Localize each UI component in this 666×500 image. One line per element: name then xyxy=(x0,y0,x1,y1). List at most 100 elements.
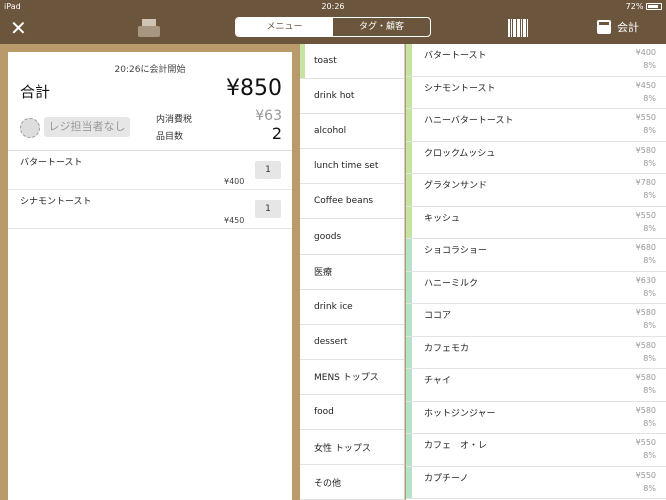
product-item[interactable]: カフェモカ ¥580 8% xyxy=(406,336,666,369)
item-count-label: 品目数 xyxy=(156,132,184,142)
product-item[interactable]: バタートースト ¥400 8% xyxy=(406,44,666,77)
product-tax-rate: 8% xyxy=(643,451,656,460)
category-item[interactable]: lunch time set xyxy=(300,149,404,185)
product-price: ¥550 xyxy=(635,438,656,447)
product-name: バタートースト xyxy=(424,51,487,61)
product-item[interactable]: カフェ オ・レ ¥550 8% xyxy=(406,434,666,467)
order-line[interactable]: シナモントースト ¥450 1 xyxy=(8,190,292,229)
checkout-label: 会計 xyxy=(617,21,639,34)
tax-label: 内消費税 xyxy=(156,115,193,125)
product-price: ¥550 xyxy=(635,210,656,220)
product-price: ¥400 xyxy=(635,48,656,57)
barcode-icon[interactable] xyxy=(508,19,528,37)
order-line[interactable]: バタートースト ¥400 1 xyxy=(8,151,292,190)
product-price: ¥680 xyxy=(635,243,656,252)
product-tax-rate: 8% xyxy=(643,321,656,330)
product-price: ¥580 xyxy=(635,308,656,317)
product-tax-rate: 8% xyxy=(643,191,656,200)
category-item[interactable]: alcohol xyxy=(300,114,404,150)
product-tax-rate: 8% xyxy=(643,256,656,265)
product-price: ¥630 xyxy=(635,275,656,285)
product-tax-rate: 8% xyxy=(643,223,656,233)
close-icon[interactable]: ✕ xyxy=(10,17,27,39)
category-item[interactable]: 女性 トップス xyxy=(300,430,404,466)
tab-menu[interactable]: メニュー xyxy=(236,18,333,36)
product-item[interactable]: ショコラショー ¥680 8% xyxy=(406,239,666,272)
product-tax-rate: 8% xyxy=(643,61,656,70)
product-name: ハニーミルク xyxy=(424,278,479,289)
category-item[interactable]: food xyxy=(300,395,404,431)
category-list: toast drink hot alcohol lunch time set C… xyxy=(300,44,405,500)
product-tax-rate: 8% xyxy=(643,353,656,363)
category-item[interactable]: Coffee beans xyxy=(300,184,404,220)
category-item[interactable]: drink ice xyxy=(300,290,404,325)
quantity-button[interactable]: 1 xyxy=(255,200,281,218)
category-item[interactable]: dessert xyxy=(300,325,404,360)
menu-tag-toggle: メニュー タグ・顧客 xyxy=(235,17,431,37)
product-name: ハニーバタートースト xyxy=(424,116,514,126)
product-item[interactable]: チャイ ¥580 8% xyxy=(406,369,666,402)
product-price: ¥780 xyxy=(635,178,656,187)
battery-icon xyxy=(646,3,662,10)
category-item[interactable]: MENS トップス xyxy=(300,360,404,395)
order-item-name: シナモントースト xyxy=(20,197,92,207)
product-name: キッシュ xyxy=(424,213,461,224)
product-name: カプチーノ xyxy=(424,473,469,484)
clock: 20:26 xyxy=(321,2,345,11)
product-tax-rate: 8% xyxy=(643,288,656,298)
product-price: ¥450 xyxy=(635,80,656,90)
product-name: チャイ xyxy=(424,376,451,386)
product-tax-rate: 8% xyxy=(643,93,656,103)
product-name: ココア xyxy=(424,311,452,321)
product-price: ¥580 xyxy=(635,373,656,382)
quantity-button[interactable]: 1 xyxy=(255,161,281,179)
staff-select-button[interactable]: レジ担当者なし xyxy=(44,117,130,137)
printer-icon[interactable] xyxy=(138,19,160,39)
total-label: 合計 xyxy=(20,83,51,101)
product-tax-rate: 8% xyxy=(643,418,656,428)
product-tax-rate: 8% xyxy=(643,483,656,493)
product-item[interactable]: ハニーミルク ¥630 8% xyxy=(406,271,666,304)
category-item[interactable]: その他 xyxy=(300,465,404,500)
receipt-panel: 20:26に会計開始 合計 ¥850 レジ担当者なし 内消費税 品目数 ¥63 … xyxy=(8,52,292,500)
product-item[interactable]: カプチーノ ¥550 8% xyxy=(406,466,666,499)
product-price: ¥550 xyxy=(635,470,656,480)
checkout-start-text: 20:26に会計開始 xyxy=(114,65,186,75)
product-item[interactable]: ココア ¥580 8% xyxy=(406,304,666,337)
product-name: ショコラショー xyxy=(424,246,487,256)
product-price: ¥580 xyxy=(635,405,656,415)
calculator-icon xyxy=(597,20,611,34)
product-tax-rate: 8% xyxy=(643,158,656,168)
status-bar: iPad 20:26 72% xyxy=(0,0,666,14)
order-item-price: ¥450 xyxy=(224,216,245,225)
checkout-button[interactable]: 会計 xyxy=(597,19,639,35)
product-item[interactable]: クロックムッシュ ¥580 8% xyxy=(406,141,666,174)
product-list: バタートースト ¥400 8% シナモントースト ¥450 8% ハニーバタートースト ¥… xyxy=(406,44,666,500)
category-item[interactable]: drink hot xyxy=(300,79,404,115)
product-name: シナモントースト xyxy=(424,83,496,94)
product-name: クロックムッシュ xyxy=(424,148,496,159)
product-price: ¥550 xyxy=(635,113,656,122)
product-item[interactable]: シナモントースト ¥450 8% xyxy=(406,76,666,109)
battery-indicator: 72% xyxy=(626,2,662,11)
product-item[interactable]: ホットジンジャー ¥580 8% xyxy=(406,401,666,434)
category-item[interactable]: goods xyxy=(300,219,404,255)
order-item-name: バタートースト xyxy=(20,158,83,168)
product-name: カフェ オ・レ xyxy=(424,441,488,451)
total-amount: ¥850 xyxy=(226,76,282,101)
product-price: ¥580 xyxy=(635,340,656,350)
tab-tags-customers[interactable]: タグ・顧客 xyxy=(333,18,430,36)
staff-avatar[interactable] xyxy=(20,118,40,138)
product-name: グラタンサンド xyxy=(424,181,488,191)
product-item[interactable]: キッシュ ¥550 8% xyxy=(406,206,666,239)
product-name: カフェモカ xyxy=(424,343,470,354)
product-item[interactable]: ハニーバタートースト ¥550 8% xyxy=(406,109,666,142)
category-item[interactable]: toast xyxy=(300,44,404,80)
battery-percent: 72% xyxy=(625,2,644,11)
category-item[interactable]: 医療 xyxy=(300,255,404,290)
toolbar: ✕ メニュー タグ・顧客 会計 xyxy=(0,14,666,44)
order-item-price: ¥400 xyxy=(224,177,245,186)
product-item[interactable]: グラタンサンド ¥780 8% xyxy=(406,174,666,207)
product-tax-rate: 8% xyxy=(643,386,656,395)
product-name: ホットジンジャー xyxy=(424,408,496,419)
